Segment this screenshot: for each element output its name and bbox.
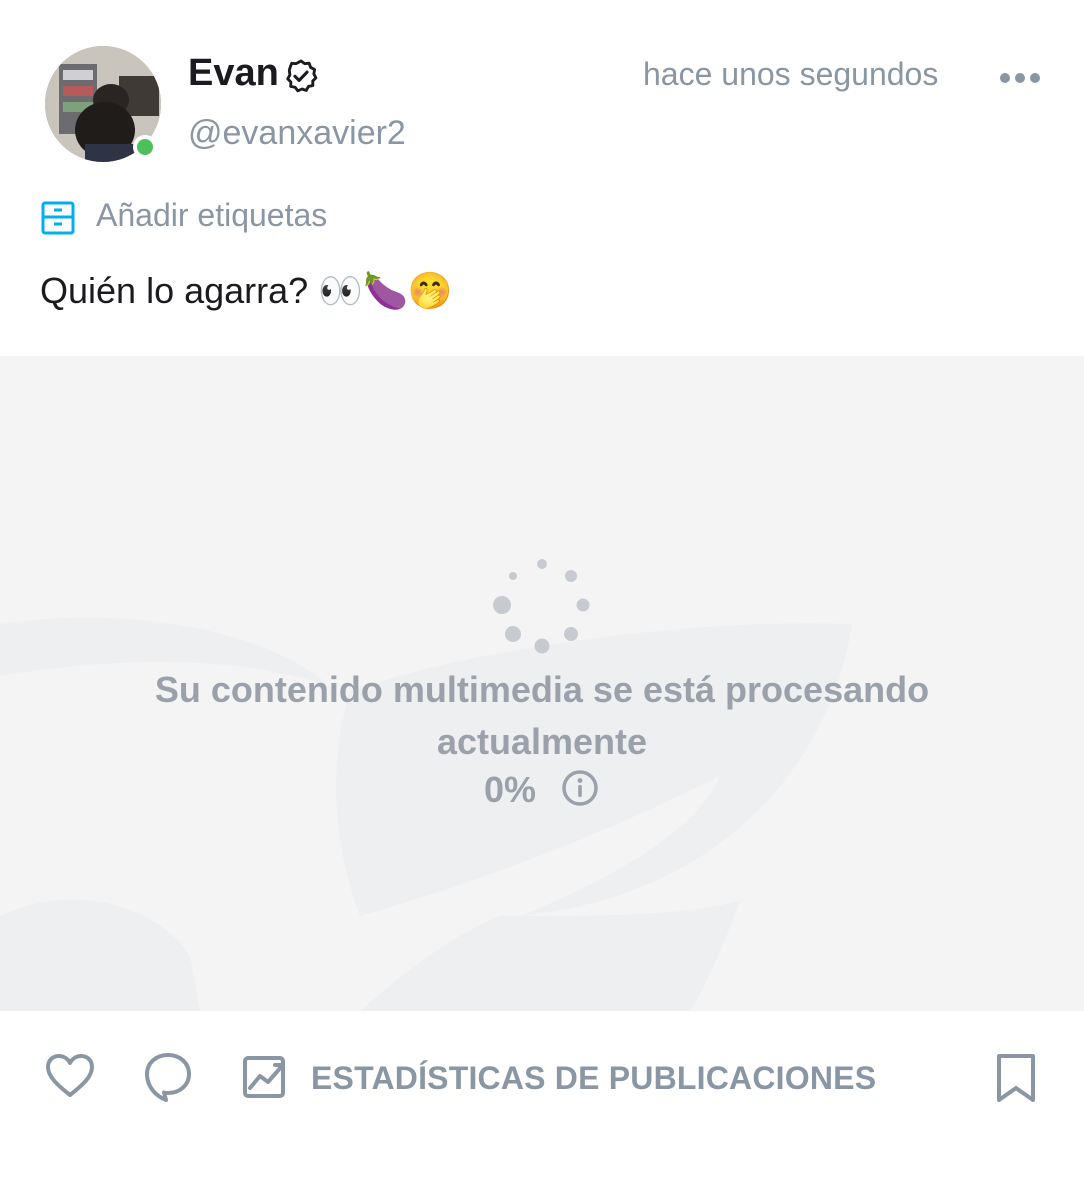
post-header: Evan @evanxavier2 hace unos segundos (0, 0, 1084, 180)
bookmark-icon[interactable] (994, 1052, 1038, 1104)
verified-badge-icon (286, 59, 318, 93)
stats-chart-icon (243, 1056, 285, 1098)
progress-row: 0% (0, 768, 1084, 812)
info-icon[interactable] (560, 768, 600, 808)
loading-spinner-icon (493, 559, 590, 654)
progress-percent: 0% (483, 769, 536, 810)
author-display-name[interactable]: Evan (188, 52, 279, 95)
media-processing-area: Su contenido multimedia se está procesan… (0, 356, 1084, 1011)
online-status-dot (133, 135, 157, 159)
post-timestamp: hace unos segundos (643, 56, 939, 92)
processing-message: Su contenido multimedia se está procesan… (154, 669, 930, 762)
heart-icon[interactable] (44, 1052, 96, 1100)
more-dots-icon[interactable] (998, 66, 1042, 90)
post-stats-button[interactable]: ESTADÍSTICAS DE PUBLICACIONES (242, 1048, 882, 1104)
post-stats-label: ESTADÍSTICAS DE PUBLICACIONES (311, 1060, 877, 1096)
post-actions-bar: ESTADÍSTICAS DE PUBLICACIONES (0, 1040, 1084, 1120)
add-tags-button[interactable]: Añadir etiquetas (40, 195, 540, 239)
comment-icon[interactable] (142, 1050, 194, 1102)
author-username[interactable]: @evanxavier2 (188, 114, 406, 153)
add-tags-label: Añadir etiquetas (96, 197, 328, 233)
tag-icon (41, 201, 75, 235)
post-text: Quién lo agarra? 👀🍆🤭 (40, 270, 453, 311)
